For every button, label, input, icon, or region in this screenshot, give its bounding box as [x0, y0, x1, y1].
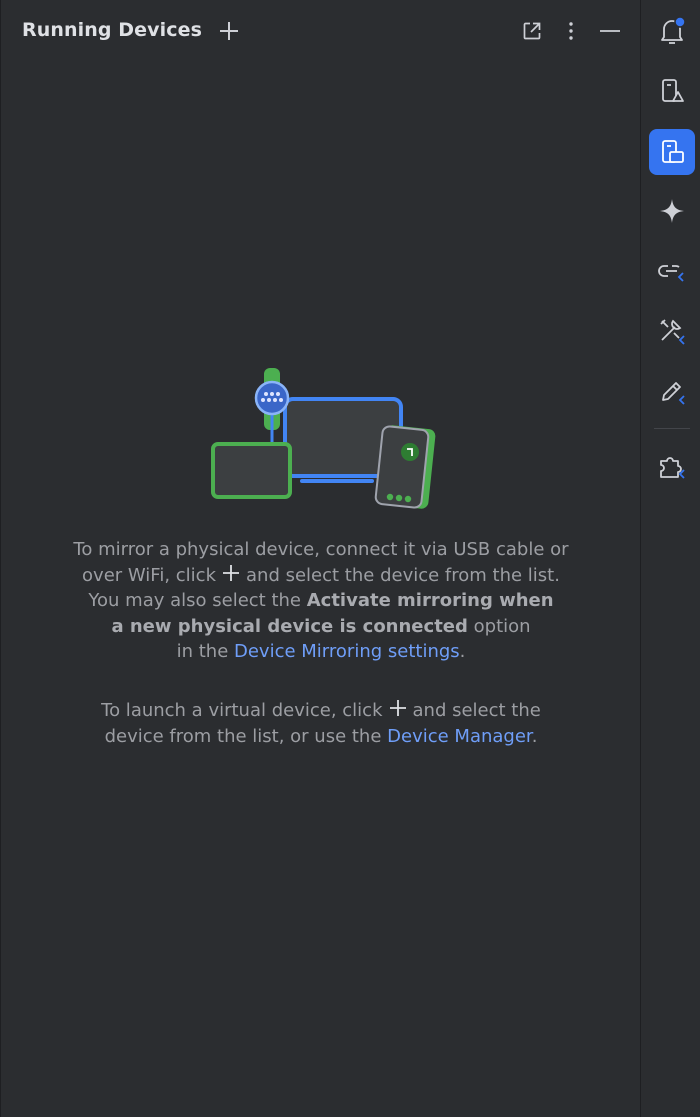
- panel-header: Running Devices: [1, 0, 641, 62]
- activate-mirroring-option-part2: a new physical device is connected: [111, 615, 468, 637]
- phone-illustration: [374, 425, 436, 509]
- virtual-text-line1-post: and select the: [412, 700, 541, 721]
- plugins-button[interactable]: [649, 444, 695, 490]
- virtual-text-period: .: [531, 725, 538, 747]
- pencil-icon: [662, 382, 685, 405]
- devices-illustration: [211, 368, 436, 509]
- add-icon: [220, 22, 238, 40]
- add-inline-icon: [389, 700, 406, 716]
- virtual-device-instructions: To launch a virtual device, click and sel…: [41, 698, 601, 749]
- minimize-icon: [600, 30, 620, 32]
- mirror-text-line5-pre: in the: [176, 641, 229, 662]
- puzzle-icon: [660, 457, 685, 479]
- right-tool-strip: [640, 0, 700, 1117]
- device-manager-link[interactable]: Device Manager: [387, 726, 532, 747]
- tool-strip-divider: [654, 428, 690, 429]
- notifications-button[interactable]: [649, 8, 695, 54]
- mirror-text-period: .: [459, 641, 466, 662]
- add-device-button[interactable]: [215, 17, 243, 45]
- add-inline-icon: [223, 564, 240, 581]
- edit-button[interactable]: [649, 368, 695, 414]
- device-explorer-button[interactable]: [649, 68, 695, 114]
- virtual-text-line2-pre: device from the list, or use the: [104, 725, 382, 747]
- device-explorer-icon: [662, 79, 684, 102]
- bell-icon: [661, 16, 686, 44]
- running-devices-panel: Running Devices To mirror a physical dev…: [0, 0, 640, 1117]
- tools-button[interactable]: [649, 308, 695, 354]
- more-options-icon: [569, 22, 573, 40]
- gemini-button[interactable]: [649, 188, 695, 234]
- mirror-text-line3-pre: You may also select the: [88, 590, 301, 611]
- minimize-button[interactable]: [596, 17, 624, 45]
- running-devices-window: Running Devices To mirror a physical dev…: [0, 0, 700, 1117]
- app-links-button[interactable]: [649, 248, 695, 294]
- tablet-illustration: [211, 442, 292, 499]
- running-devices-icon: [662, 140, 684, 163]
- mirror-text-line1: To mirror a physical device, connect it …: [73, 539, 569, 560]
- open-in-window-icon: [523, 22, 541, 40]
- device-mirroring-settings-link[interactable]: Device Mirroring settings: [234, 641, 460, 662]
- mirror-instructions: To mirror a physical device, connect it …: [41, 537, 601, 665]
- activate-mirroring-option-part1: Activate mirroring when: [306, 590, 554, 611]
- virtual-text-line1-pre: To launch a virtual device, click: [101, 700, 383, 721]
- mirror-text-line2-pre: over WiFi, click: [82, 564, 217, 586]
- open-in-window-button[interactable]: [518, 17, 546, 45]
- mirror-text-line2-post: and select the device from the list.: [246, 564, 560, 586]
- panel-title: Running Devices: [22, 19, 202, 41]
- tools-icon: [660, 319, 685, 345]
- more-options-button[interactable]: [557, 17, 585, 45]
- mirror-text-line4-post: option: [473, 615, 531, 637]
- sparkle-icon: [660, 199, 684, 223]
- running-devices-button[interactable]: [649, 129, 695, 175]
- link-icon: [658, 265, 684, 282]
